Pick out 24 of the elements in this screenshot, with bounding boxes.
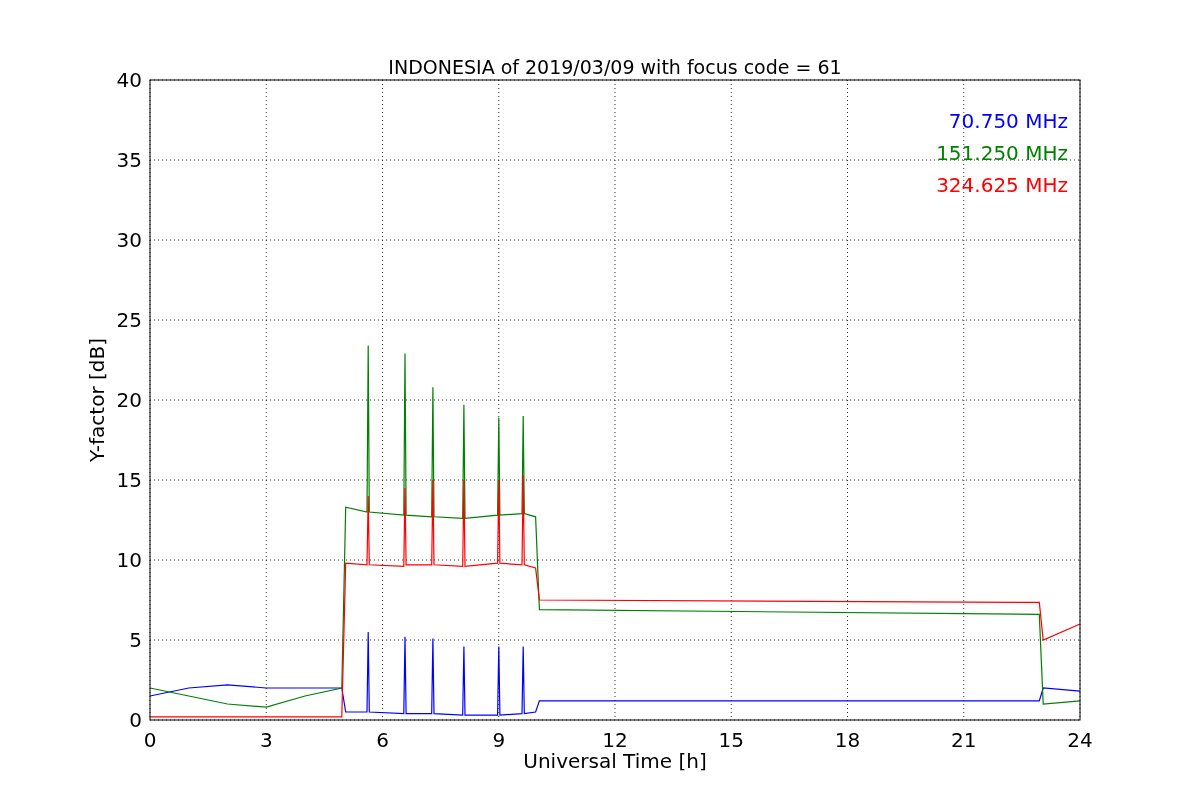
x-tick-label: 18	[834, 728, 861, 752]
legend-entry: 151.250 MHz	[936, 141, 1068, 165]
x-tick-label: 21	[951, 728, 977, 752]
legend-entry: 324.625 MHz	[936, 173, 1068, 197]
y-tick-label: 30	[116, 228, 142, 252]
x-tick-label: 3	[259, 728, 273, 752]
x-tick-label: 6	[376, 728, 389, 752]
x-tick-label: 15	[718, 728, 744, 752]
y-tick-label: 0	[129, 708, 142, 732]
legend-entry: 70.750 MHz	[948, 109, 1068, 133]
y-axis-label: Y-factor [dB]	[85, 338, 109, 462]
y-tick-label: 20	[116, 388, 142, 412]
chart-title: INDONESIA of 2019/03/09 with focus code = 61	[388, 56, 842, 78]
x-tick-label: 24	[1067, 728, 1093, 752]
y-tick-label: 15	[116, 468, 142, 492]
y-tick-label: 5	[129, 628, 142, 652]
x-tick-label: 12	[602, 728, 628, 752]
x-axis-label: Universal Time [h]	[523, 749, 707, 773]
y-tick-label: 35	[116, 148, 142, 172]
y-tick-label: 10	[116, 548, 142, 572]
y-tick-label: 25	[116, 308, 142, 332]
x-tick-label: 0	[143, 728, 157, 752]
x-tick-label: 9	[492, 728, 506, 752]
y-tick-label: 40	[116, 68, 142, 92]
